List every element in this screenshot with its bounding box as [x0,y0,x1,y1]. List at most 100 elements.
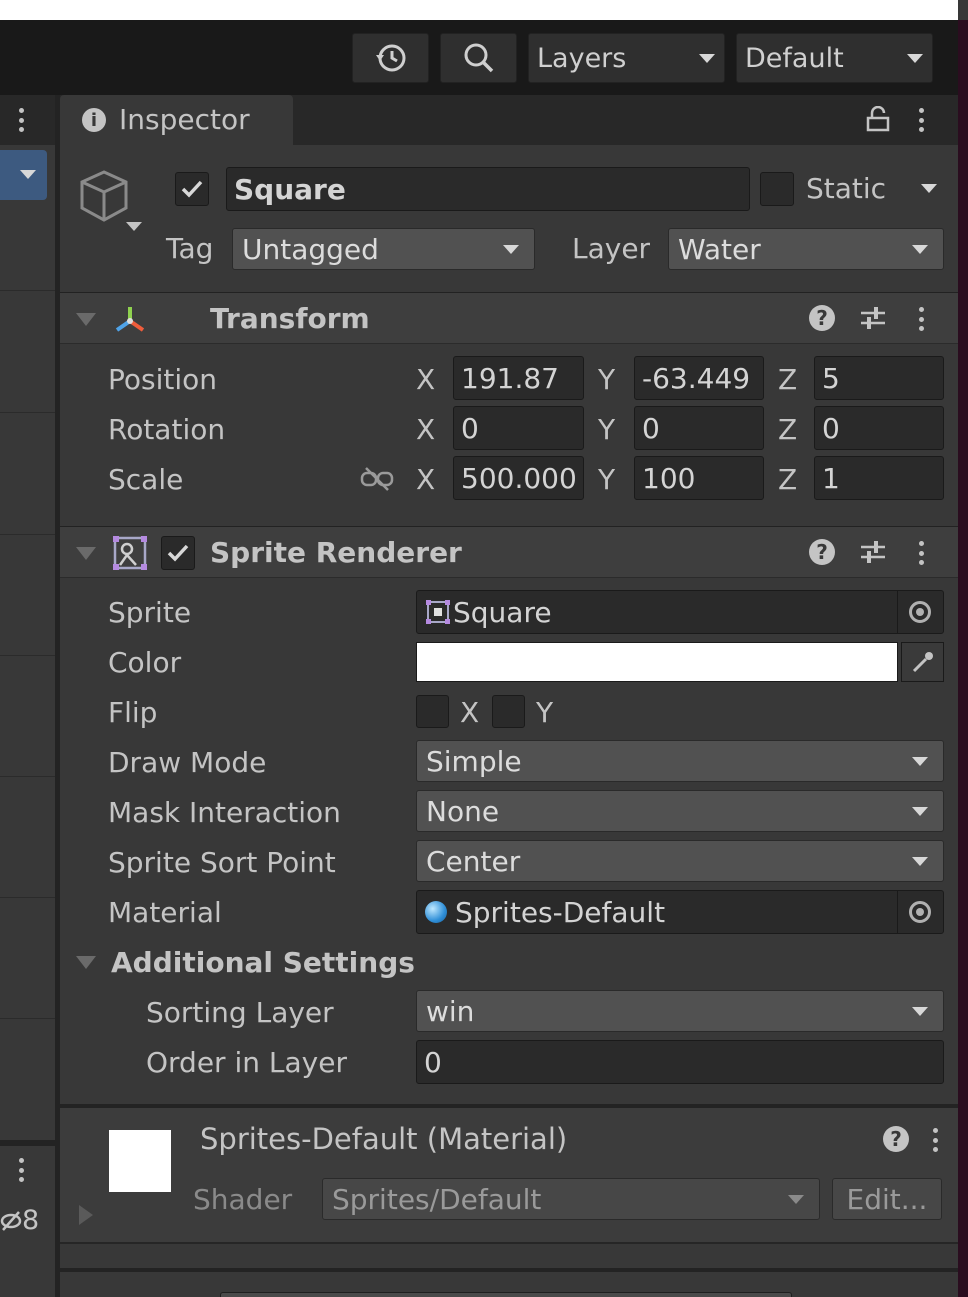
shader-value: Sprites/Default [332,1182,542,1216]
static-checkbox[interactable] [760,172,794,206]
sprite-renderer-title: Sprite Renderer [210,536,462,569]
gameobject-cube-icon[interactable] [76,168,146,234]
rotation-x-input[interactable]: 0 [453,406,584,450]
scale-z-input[interactable]: 1 [814,456,944,500]
sprite-object-field[interactable]: Square [416,590,944,634]
flip-y-label: Y [536,696,554,729]
position-x-input[interactable]: 191.87 [453,356,584,400]
divider [0,534,55,535]
eye-slash-icon [0,1210,22,1231]
material-title: Sprites-Default (Material) [200,1122,568,1156]
transform-title: Transform [210,302,370,335]
presets-sliders-icon[interactable] [859,304,887,332]
sprite-renderer-enabled-checkbox[interactable] [161,536,195,570]
scale-x-input[interactable]: 500.000 [453,456,584,500]
material-object-field[interactable]: Sprites-Default [416,890,944,934]
layers-dropdown[interactable]: Layers [528,33,725,83]
more-options-icon[interactable] [919,108,925,132]
divider [60,1268,958,1272]
history-icon [375,44,405,72]
sorting-layer-value: win [426,994,475,1028]
presets-sliders-icon[interactable] [859,538,887,566]
sprite-sort-point-value: Center [426,844,521,878]
rotation-y-input[interactable]: 0 [634,406,764,450]
sorting-layer-dropdown[interactable]: win [416,990,944,1032]
layer-dropdown[interactable]: Water [668,228,944,270]
tab-inspector-label: Inspector [119,103,250,136]
additional-settings-foldout-icon[interactable] [76,956,96,969]
window-right-edge [958,20,968,1297]
static-dropdown-chevron-icon[interactable] [921,184,937,193]
help-icon[interactable]: ? [809,539,835,565]
order-in-layer-input[interactable]: 0 [416,1040,944,1084]
add-component-button[interactable] [220,1292,792,1297]
position-y-input[interactable]: -63.449 [634,356,764,400]
object-name-input[interactable]: Square [226,167,750,211]
flip-x-checkbox[interactable] [416,695,449,728]
help-icon[interactable]: ? [883,1126,909,1152]
hidden-count[interactable]: 8 [0,1205,39,1236]
layout-dropdown[interactable]: Default [736,33,933,83]
rotation-x-label: X [416,413,436,446]
scale-label: Scale [108,463,184,496]
shader-label: Shader [193,1183,293,1216]
info-icon: i [82,108,106,132]
scale-y-input[interactable]: 100 [634,456,764,500]
sprite-asset-icon [426,600,450,624]
mask-interaction-value: None [426,794,500,828]
draw-mode-label: Draw Mode [108,746,267,779]
more-options-icon[interactable] [919,541,925,565]
draw-mode-dropdown[interactable]: Simple [416,740,944,782]
order-in-layer-label: Order in Layer [146,1046,347,1079]
shader-dropdown[interactable]: Sprites/Default [322,1178,820,1220]
tab-inspector[interactable]: i Inspector [60,95,293,147]
position-z-input[interactable]: 5 [814,356,944,400]
material-label: Material [108,896,222,929]
mask-interaction-dropdown[interactable]: None [416,790,944,832]
shader-edit-button[interactable]: Edit... [832,1178,942,1220]
lock-icon[interactable] [866,106,890,132]
material-value: Sprites-Default [455,895,666,929]
tag-label: Tag [166,232,214,265]
divider [0,412,55,413]
eyedropper-button[interactable] [901,642,944,682]
foldout-arrow-icon[interactable] [76,547,96,560]
layers-dropdown-label: Layers [537,42,627,74]
more-options-icon[interactable] [933,1128,939,1152]
object-picker-icon[interactable] [909,601,931,623]
sprite-renderer-header[interactable]: Sprite Renderer ? [60,526,958,578]
flip-y-checkbox[interactable] [492,695,525,728]
object-picker-icon[interactable] [909,901,931,923]
hierarchy-panel [0,95,55,1297]
mask-interaction-label: Mask Interaction [108,796,341,829]
additional-settings-label[interactable]: Additional Settings [111,946,415,979]
material-preview-swatch [109,1130,171,1192]
chevron-down-icon [912,757,928,766]
foldout-arrow-icon[interactable] [76,313,96,326]
active-checkbox[interactable] [175,172,209,206]
transform-axes-icon [115,307,145,332]
more-options-icon[interactable] [919,307,925,331]
transform-header[interactable]: Transform ? [60,292,958,344]
sprite-sort-point-dropdown[interactable]: Center [416,840,944,882]
more-options-icon[interactable] [19,1158,25,1182]
layout-dropdown-label: Default [745,42,844,74]
color-swatch[interactable] [416,642,898,682]
help-icon[interactable]: ? [809,305,835,331]
divider [0,776,55,777]
divider [0,1140,55,1146]
rotation-z-input[interactable]: 0 [814,406,944,450]
sprite-sort-point-label: Sprite Sort Point [108,846,336,879]
sprite-renderer-icon [113,536,147,570]
tag-dropdown[interactable]: Untagged [232,228,535,270]
window-top-strip [0,0,958,20]
sprite-value: Square [453,595,552,629]
draw-mode-value: Simple [426,744,522,778]
hierarchy-selection-marker [0,150,10,200]
unlinked-scale-icon[interactable] [360,466,394,492]
chevron-down-icon [912,807,928,816]
material-foldout-icon[interactable] [79,1205,93,1225]
history-button[interactable] [352,33,429,83]
search-button[interactable] [440,33,517,83]
more-options-icon[interactable] [19,108,25,132]
